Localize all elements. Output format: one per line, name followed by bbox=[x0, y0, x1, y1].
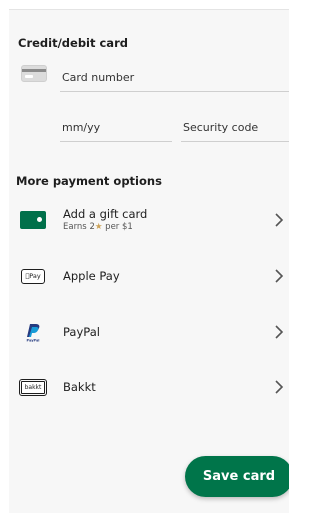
chevron-right-icon bbox=[275, 213, 284, 227]
expiry-label: mm/yy bbox=[62, 121, 101, 134]
paypal-row[interactable]: PayPal PayPal bbox=[9, 310, 289, 354]
svg-text:PayPal: PayPal bbox=[26, 339, 39, 343]
credit-debit-card-title: Credit/debit card bbox=[18, 36, 128, 50]
gift-card-earn-text: Earns 2★ per $1 bbox=[63, 222, 133, 232]
security-code-field[interactable]: Security code bbox=[181, 118, 289, 142]
payment-screen: Credit/debit card Card number mm/yy Secu… bbox=[9, 9, 289, 513]
add-gift-card-label: Add a gift card bbox=[63, 207, 148, 221]
paypal-icon: PayPal bbox=[20, 322, 46, 342]
paypal-label: PayPal bbox=[63, 325, 100, 339]
card-number-field[interactable]: Card number bbox=[60, 68, 289, 92]
apple-pay-row[interactable]: Pay Apple Pay bbox=[9, 254, 289, 298]
apple-pay-icon: Pay bbox=[20, 266, 46, 286]
bakkt-label: Bakkt bbox=[63, 380, 96, 394]
chevron-right-icon bbox=[275, 380, 284, 394]
expiry-field[interactable]: mm/yy bbox=[60, 118, 172, 142]
save-card-button[interactable]: Save card bbox=[185, 456, 289, 497]
chevron-right-icon bbox=[275, 269, 284, 283]
card-number-label: Card number bbox=[62, 71, 135, 84]
chevron-right-icon bbox=[275, 325, 284, 339]
apple-pay-label: Apple Pay bbox=[63, 269, 120, 283]
more-payment-options-title: More payment options bbox=[16, 174, 162, 188]
add-gift-card-row[interactable]: Add a gift card Earns 2★ per $1 bbox=[9, 198, 289, 242]
gift-card-icon bbox=[20, 210, 46, 230]
security-code-label: Security code bbox=[183, 121, 259, 134]
credit-card-icon bbox=[21, 65, 47, 82]
bakkt-row[interactable]: bakkt Bakkt bbox=[9, 365, 289, 409]
bakkt-icon: bakkt bbox=[19, 377, 47, 397]
